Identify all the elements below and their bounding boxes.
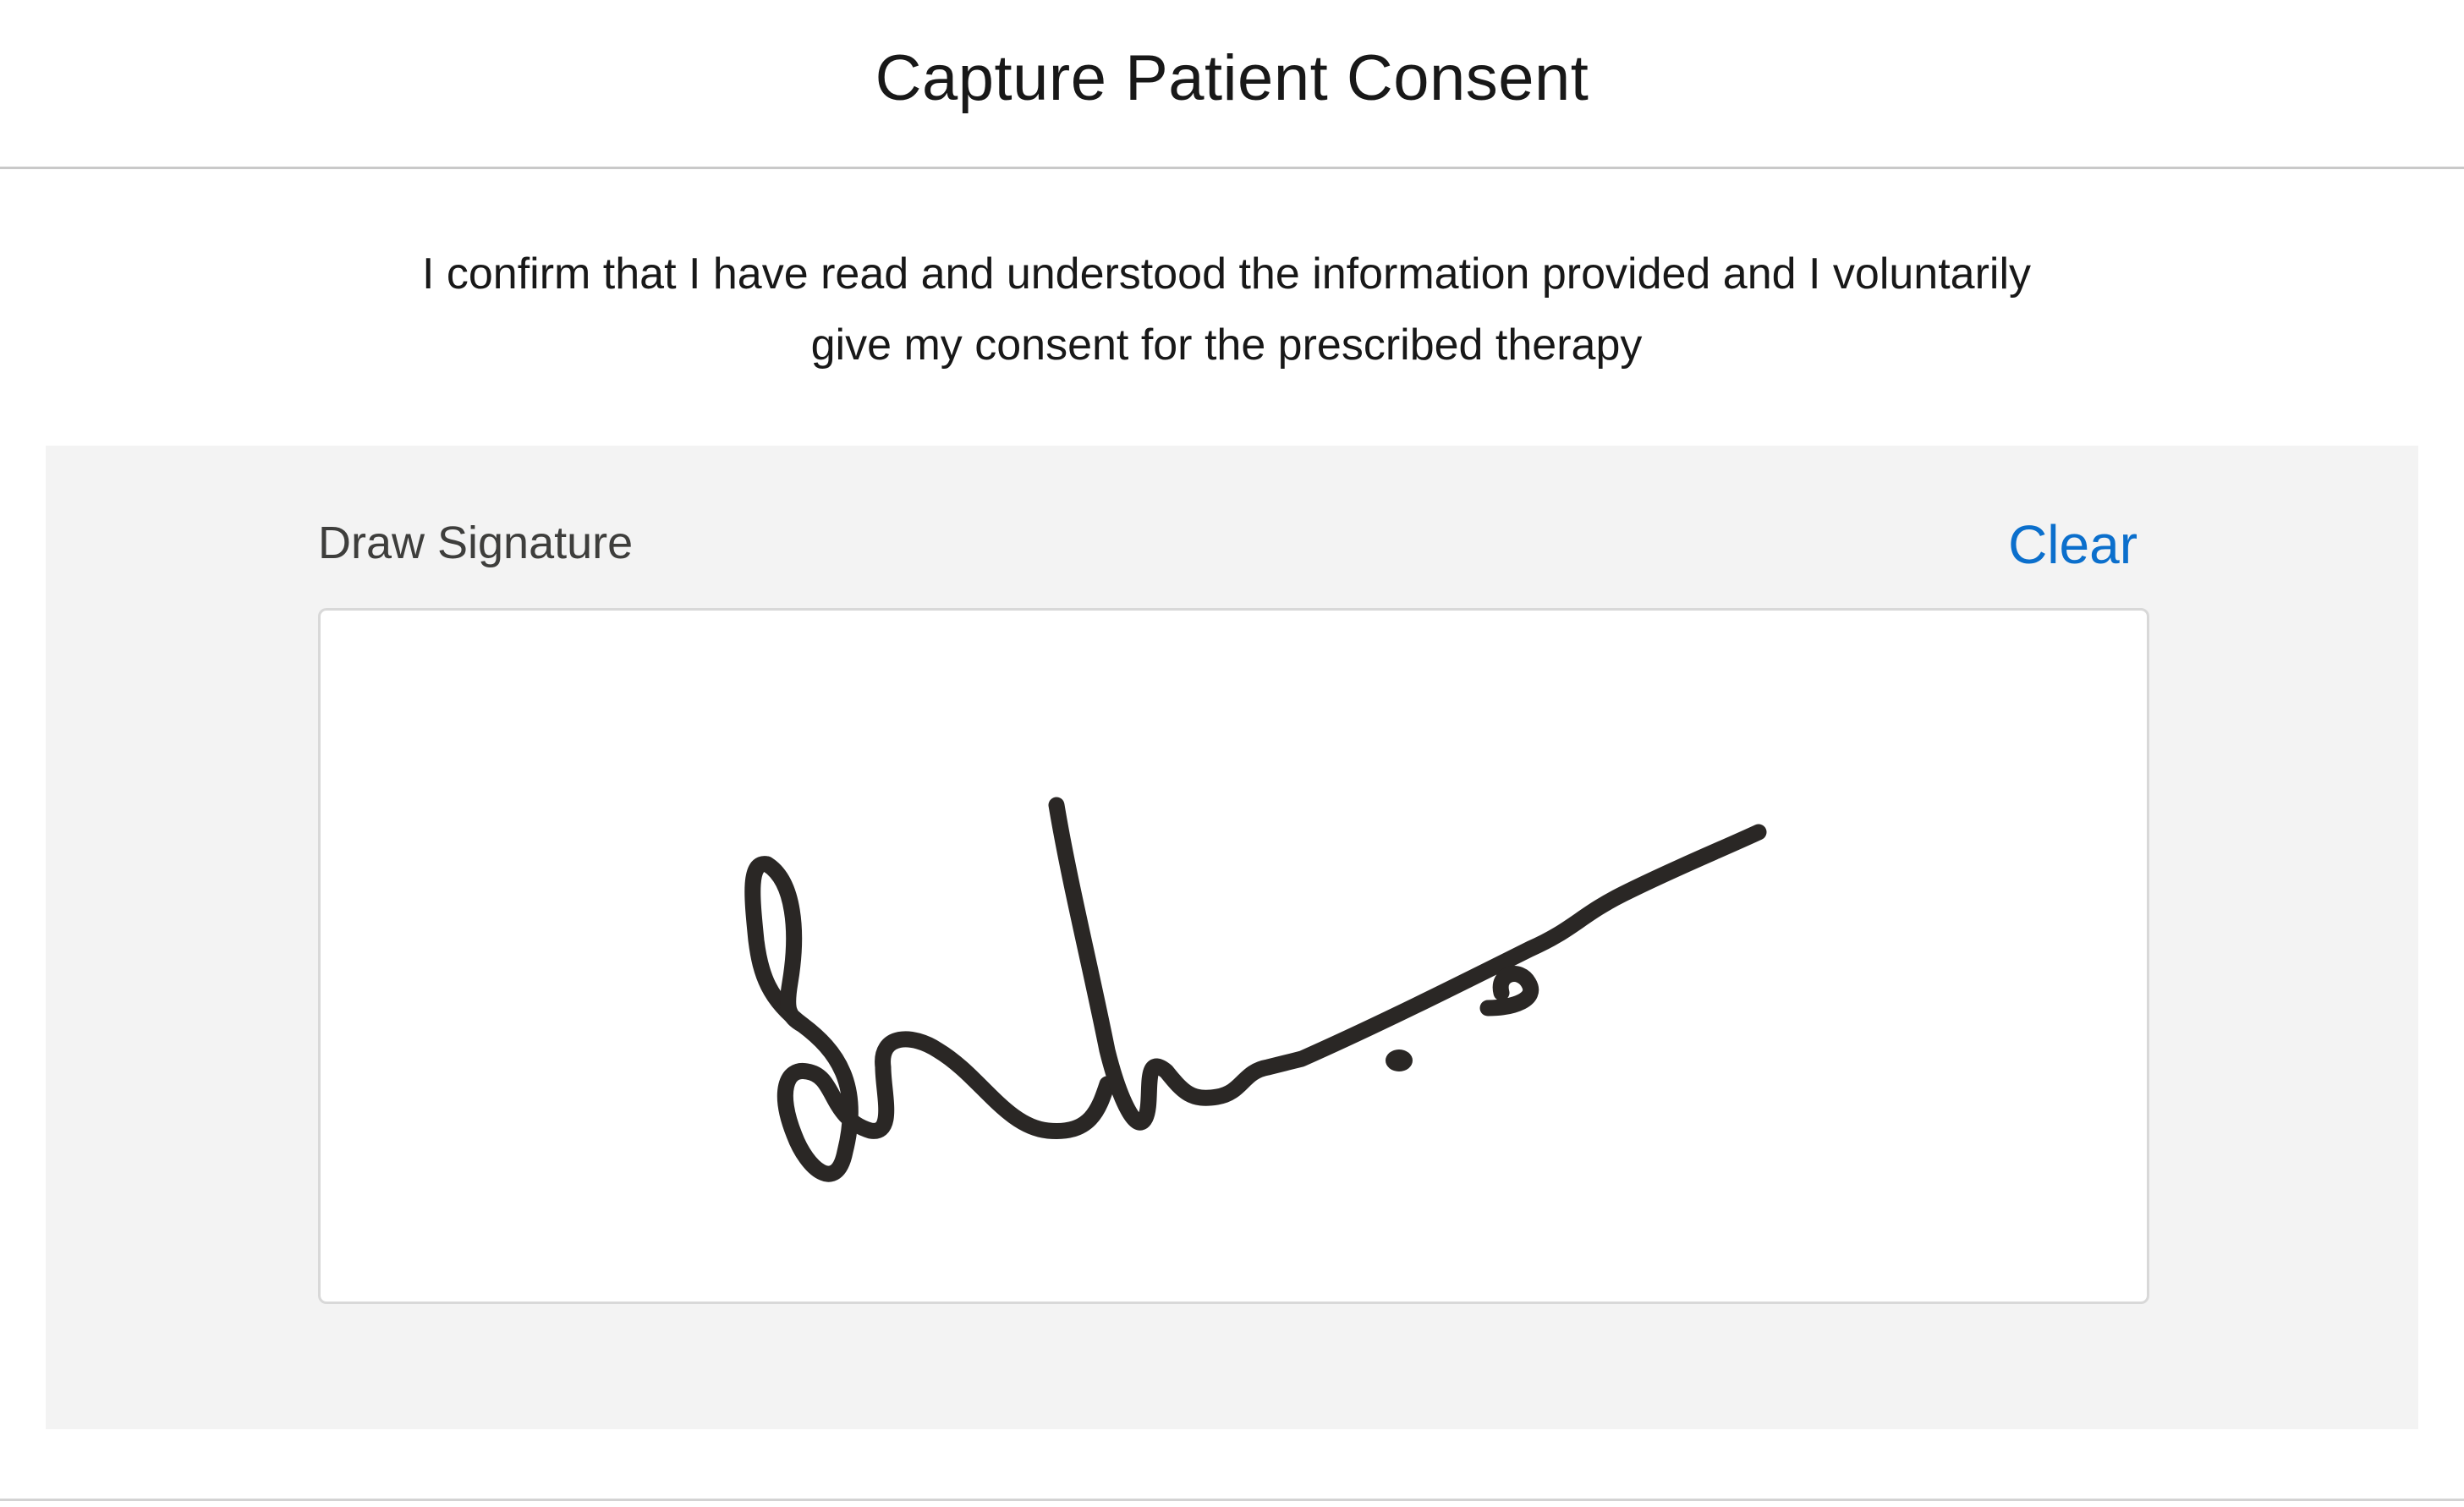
signature-strokes <box>744 797 1767 1182</box>
consent-statement: I confirm that I have read and understoo… <box>321 238 2132 381</box>
signature-drawing <box>744 797 1767 1182</box>
signature-stroke-small-loop <box>1479 966 1539 1017</box>
draw-signature-label: Draw Signature <box>318 518 634 568</box>
footer-divider <box>0 1499 2464 1501</box>
signature-canvas[interactable] <box>318 608 2149 1304</box>
clear-signature-button[interactable]: Clear <box>2008 513 2137 576</box>
signature-dot <box>1386 1049 1413 1071</box>
consent-page: Capture Patient Consent I confirm that I… <box>0 0 2464 1507</box>
page-header: Capture Patient Consent <box>0 0 2464 169</box>
signature-dots <box>1386 1049 1413 1071</box>
consent-statement-line-1: I confirm that I have read and understoo… <box>421 249 2031 299</box>
page-title: Capture Patient Consent <box>875 42 1589 114</box>
signature-panel: Draw Signature Clear <box>46 446 2418 1429</box>
consent-statement-line-2: give my consent for the prescribed thera… <box>810 321 1643 370</box>
signature-stroke-tall <box>1048 797 1767 1131</box>
